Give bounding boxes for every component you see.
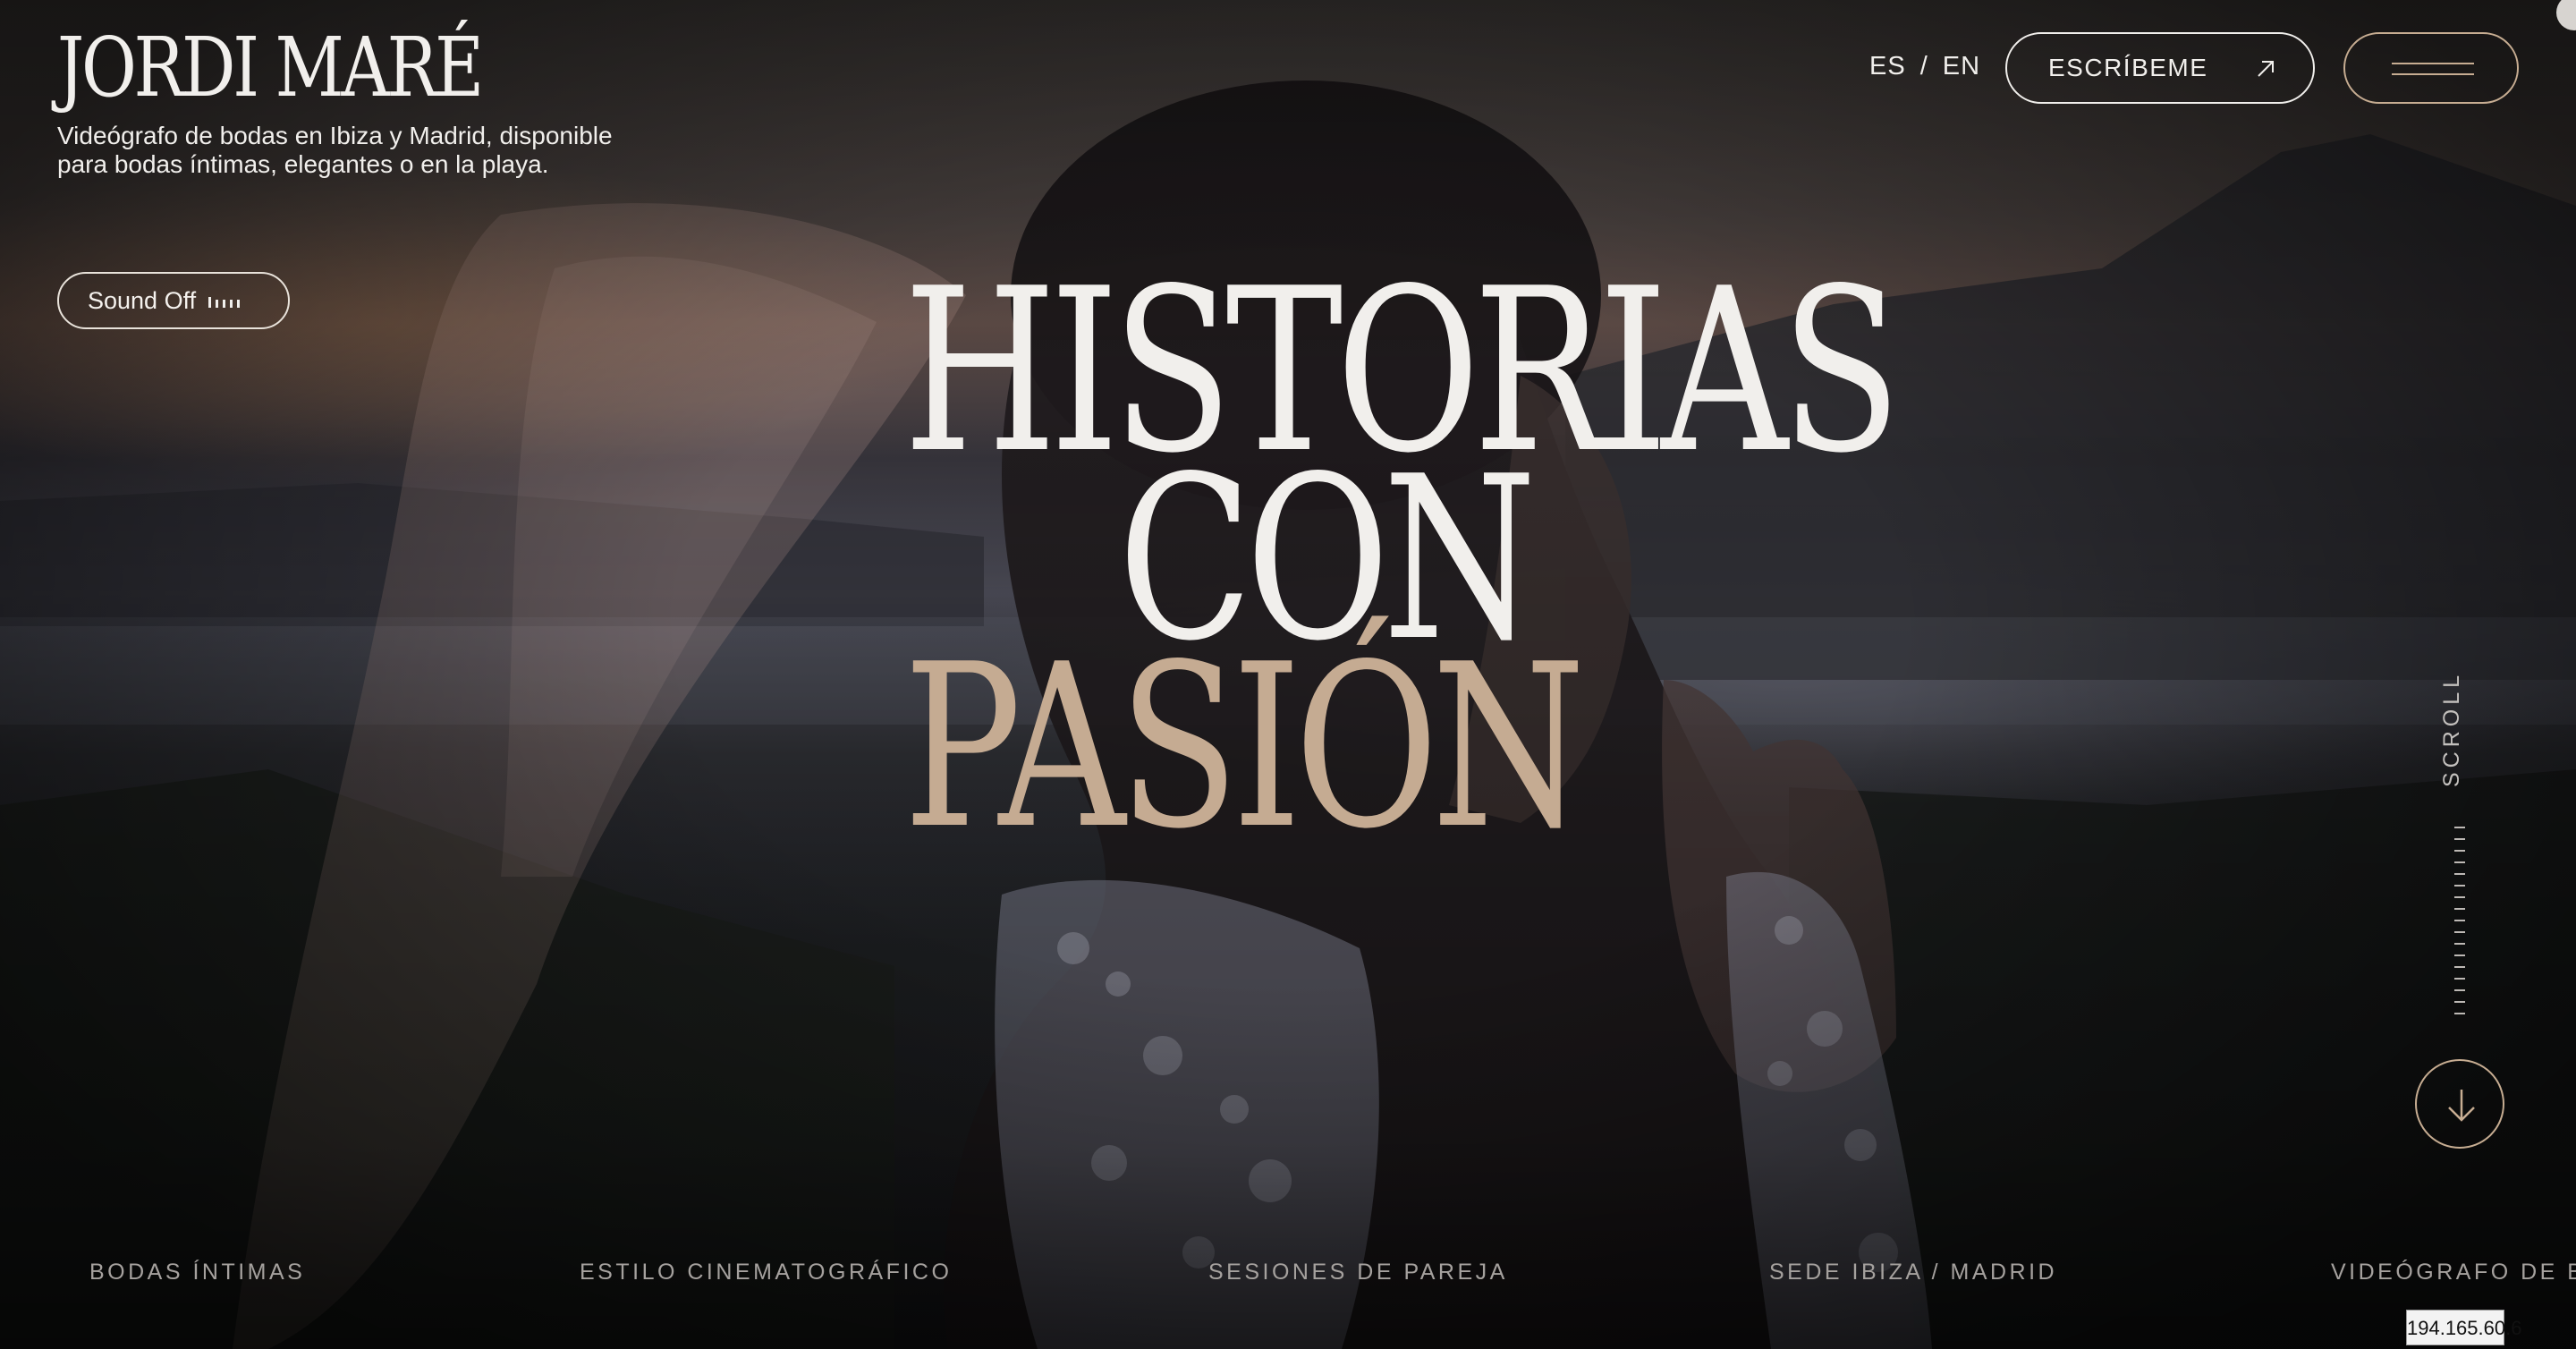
lang-separator: / bbox=[1919, 52, 1928, 81]
site-logo[interactable]: JORDI MARÉ bbox=[57, 27, 484, 109]
ip-address-badge: 194.165.60.6 bbox=[2406, 1310, 2521, 1345]
hero-headline: HISTORIAS CON PASIÓN bbox=[903, 241, 2174, 878]
sound-toggle-label: Sound Off bbox=[88, 286, 197, 314]
contact-cta-label: ESCRÍBEME bbox=[2048, 54, 2208, 81]
scroll-progress-ticks bbox=[2454, 827, 2465, 1032]
arrow-down-icon bbox=[2448, 1090, 2475, 1122]
headline-line-3: PASIÓN bbox=[903, 616, 1586, 878]
marquee-item: BODAS ÍNTIMAS bbox=[89, 1260, 306, 1285]
language-switcher: ES / EN bbox=[1869, 52, 1980, 81]
headline-line-2: CON bbox=[1118, 428, 1537, 691]
arrow-up-right-icon bbox=[2258, 61, 2274, 77]
marquee-item: ESTILO CINEMATOGRÁFICO bbox=[580, 1260, 953, 1285]
site-tagline: Videógrafo de bodas en Ibiza y Madrid, d… bbox=[57, 122, 613, 178]
hamburger-icon bbox=[2392, 63, 2474, 64]
marquee-item: SESIONES DE PAREJA bbox=[1208, 1260, 1508, 1285]
contact-cta-button[interactable]: ESCRÍBEME bbox=[2005, 32, 2315, 104]
lang-en-link[interactable]: EN bbox=[1943, 52, 1980, 81]
hamburger-line bbox=[2392, 73, 2474, 75]
scroll-label: SCROLL bbox=[2439, 670, 2464, 787]
marquee-item: VIDEÓGRAFO DE BO bbox=[2331, 1260, 2576, 1285]
headline-line-1: HISTORIAS bbox=[903, 241, 1902, 503]
menu-button[interactable] bbox=[2343, 32, 2519, 104]
scroll-down-button[interactable] bbox=[2415, 1059, 2504, 1149]
services-marquee: BODAS ÍNTIMAS ESTILO CINEMATOGRÁFICO SES… bbox=[0, 1260, 2576, 1295]
marquee-item: SEDE IBIZA / MADRID bbox=[1769, 1260, 2058, 1285]
sound-bars-icon bbox=[208, 293, 241, 308]
sound-toggle-button[interactable]: Sound Off bbox=[57, 272, 290, 329]
lang-es-link[interactable]: ES bbox=[1869, 52, 1906, 81]
